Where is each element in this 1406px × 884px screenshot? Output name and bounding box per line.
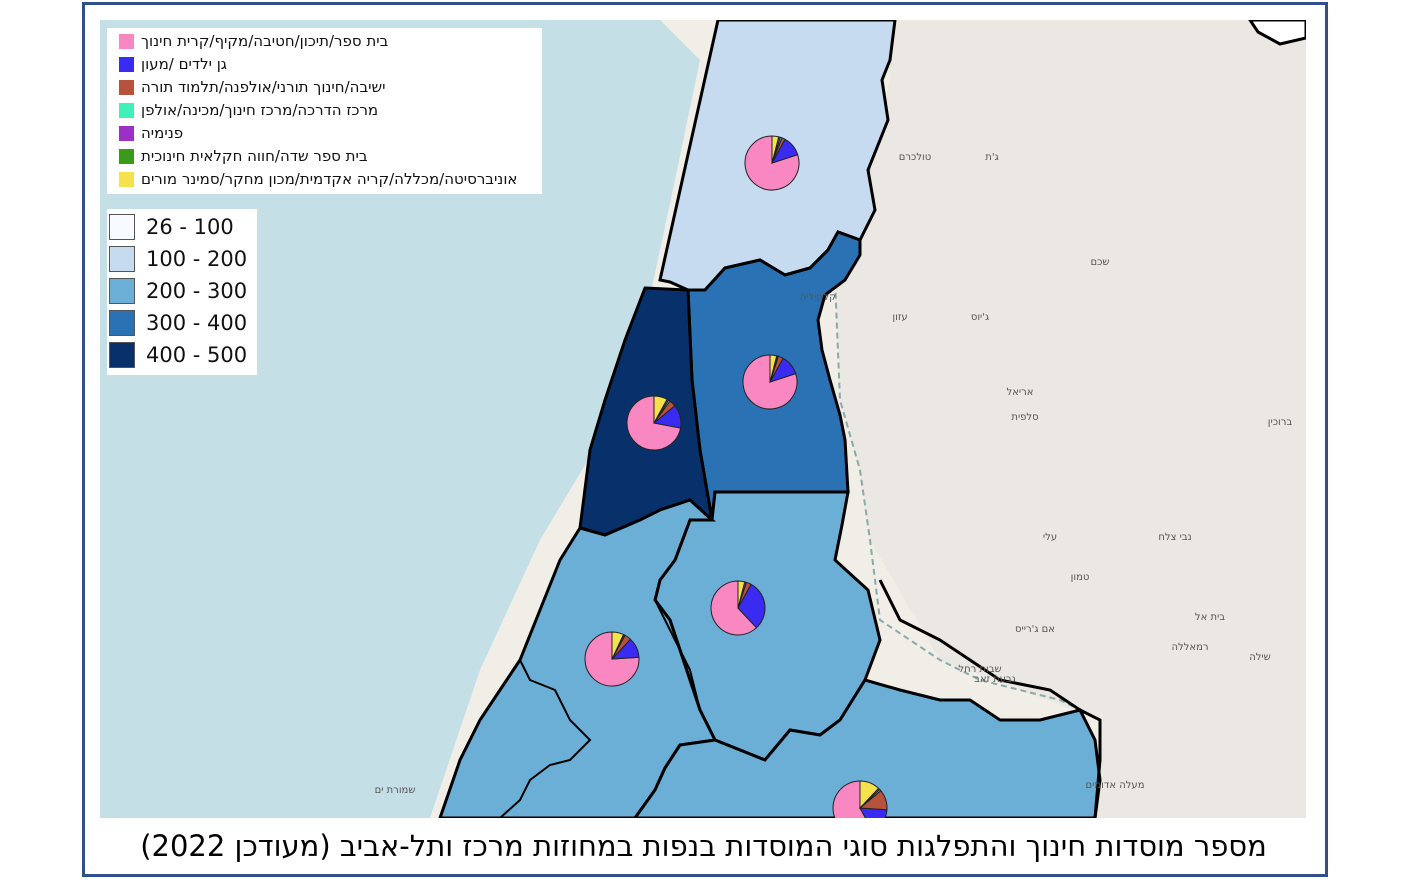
legend-type-swatch <box>119 149 134 164</box>
place-label: ברוכין <box>1268 417 1293 428</box>
legend-type-label: אוניברסיטה/מכללה/קריה אקדמית/מכון מחקר/ס… <box>141 170 518 188</box>
legend-range-item: 200 - 300 <box>109 276 247 306</box>
pie-sharon-north[interactable] <box>744 135 800 191</box>
legend-institution-types: בית ספר/תיכון/חטיבה/מקיף/קרית חינוך גן יל… <box>107 28 542 194</box>
legend-count-ranges: 26 - 100 100 - 200 200 - 300 300 - 400 400 -… <box>107 209 257 375</box>
legend-type-swatch <box>119 172 134 187</box>
place-label: עזון <box>892 312 907 323</box>
place-label: נבי צלח <box>1158 532 1191 543</box>
legend-type-swatch <box>119 103 134 118</box>
pie-ramla[interactable] <box>710 580 766 636</box>
legend-type-item: בית ספר שדה/חווה חקלאית חינוכית <box>141 146 536 166</box>
legend-type-swatch <box>119 57 134 72</box>
legend-range-item: 100 - 200 <box>109 244 247 274</box>
place-label: שילה <box>1249 652 1271 663</box>
pie-petah-tikva[interactable] <box>742 354 798 410</box>
legend-type-swatch <box>119 126 134 141</box>
legend-range-swatch <box>109 310 135 336</box>
legend-type-label: ישיבה/חינוך תורני/אולפנה/תלמוד תורה <box>141 78 386 96</box>
legend-type-item: מרכז הדרכה/מרכז חינוך/מכינה/אולפן <box>141 100 536 120</box>
place-label: ג'יוס <box>971 312 989 323</box>
place-label: מעלה אדומים <box>1086 780 1145 791</box>
legend-range-item: 26 - 100 <box>109 212 234 242</box>
place-label: בית אל <box>1195 612 1225 623</box>
legend-type-item: אוניברסיטה/מכללה/קריה אקדמית/מכון מחקר/ס… <box>141 169 536 189</box>
place-label: אריאל <box>1007 387 1034 398</box>
legend-range-item: 400 - 500 <box>109 340 247 370</box>
place-label: קלקיליה <box>800 292 837 303</box>
map-caption: מספר מוסדות חינוך והתפלגות סוגי המוסדות … <box>140 829 1267 863</box>
legend-range-swatch <box>109 278 135 304</box>
legend-range-swatch <box>109 214 135 240</box>
place-label: טמון <box>1071 572 1090 583</box>
legend-type-item: גן ילדים /מעון <box>141 54 536 74</box>
place-label: עלי <box>1043 532 1057 543</box>
legend-range-label: 200 - 300 <box>146 279 248 303</box>
pie-tel-aviv[interactable] <box>626 395 682 451</box>
legend-range-item: 300 - 400 <box>109 308 247 338</box>
legend-type-swatch <box>119 80 134 95</box>
place-label: שכם <box>1090 257 1109 268</box>
legend-type-item: ישיבה/חינוך תורני/אולפנה/תלמוד תורה <box>141 77 536 97</box>
legend-range-label: 26 - 100 <box>146 215 234 239</box>
place-label: אם ג'רייס <box>1015 624 1055 635</box>
legend-type-item: פנימיה <box>141 123 536 143</box>
place-label: שמורת ים <box>375 785 416 796</box>
legend-type-label: גן ילדים /מעון <box>141 55 227 73</box>
legend-type-item: בית ספר/תיכון/חטיבה/מקיף/קרית חינוך <box>141 31 536 51</box>
legend-range-label: 100 - 200 <box>146 247 248 271</box>
pie-rishon-holon[interactable] <box>584 631 640 687</box>
legend-type-label: בית ספר/תיכון/חטיבה/מקיף/קרית חינוך <box>141 32 389 50</box>
place-label: ג'ת <box>985 152 998 163</box>
legend-range-swatch <box>109 342 135 368</box>
legend-type-label: בית ספר שדה/חווה חקלאית חינוכית <box>141 147 368 165</box>
legend-type-swatch <box>119 34 134 49</box>
legend-range-label: 300 - 400 <box>146 311 248 335</box>
place-label: טולכרם <box>899 152 931 163</box>
place-label: רמאללה <box>1171 642 1208 653</box>
legend-range-label: 400 - 500 <box>146 343 248 367</box>
place-label: גבעת זאב <box>974 674 1016 685</box>
legend-type-label: פנימיה <box>141 124 184 142</box>
legend-type-label: מרכז הדרכה/מרכז חינוך/מכינה/אולפן <box>141 101 379 119</box>
legend-range-swatch <box>109 246 135 272</box>
place-label: סלפית <box>1011 412 1038 423</box>
